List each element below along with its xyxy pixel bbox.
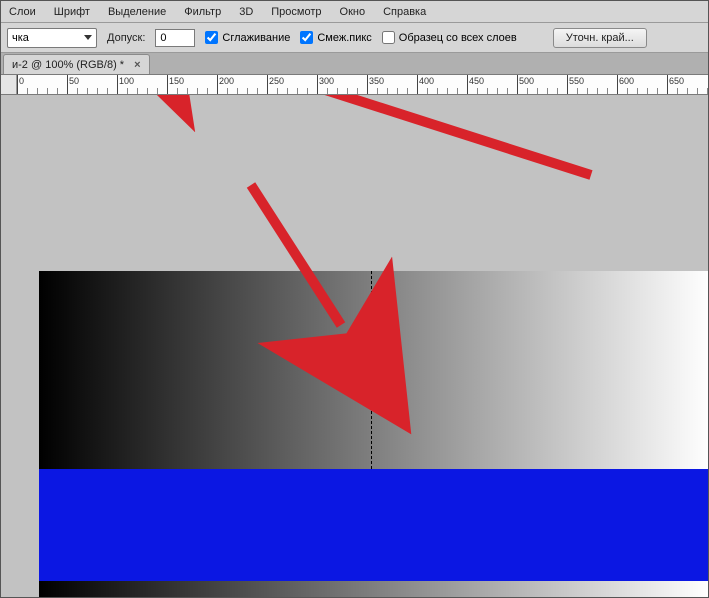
horizontal-ruler: 0 50 100 150 200 250 300 350 400 450 500 550 600 650	[17, 75, 708, 94]
antialias-checkbox-input[interactable]	[205, 31, 218, 44]
close-icon[interactable]: ×	[134, 59, 140, 71]
gradient-layer-bottom	[39, 581, 708, 597]
ruler-tick-label: 450	[469, 76, 484, 86]
selection-marquee	[371, 271, 372, 469]
all-layers-checkbox-input[interactable]	[382, 31, 395, 44]
contiguous-checkbox-input[interactable]	[300, 31, 313, 44]
ruler-tick-label: 650	[669, 76, 684, 86]
menu-type[interactable]: Шрифт	[54, 6, 90, 18]
refine-edge-button[interactable]: Уточн. край...	[553, 28, 647, 48]
ruler-area: 0 50 100 150 200 250 300 350 400 450 500 550 600 650	[1, 75, 708, 95]
ruler-corner	[1, 75, 17, 94]
menu-3d[interactable]: 3D	[239, 6, 253, 18]
ruler-tick-label: 250	[269, 76, 284, 86]
document-tab-strip: и-2 @ 100% (RGB/8) * ×	[1, 53, 708, 75]
ruler-tick-label: 400	[419, 76, 434, 86]
document-tab-title: и-2 @ 100% (RGB/8) *	[12, 59, 124, 71]
ruler-tick-label: 500	[519, 76, 534, 86]
all-layers-checkbox-label: Образец со всех слоев	[399, 32, 517, 44]
ruler-tick-label: 600	[619, 76, 634, 86]
menu-bar: Слои Шрифт Выделение Фильтр 3D Просмотр …	[1, 1, 708, 23]
tolerance-input[interactable]	[155, 29, 195, 47]
ruler-tick-label: 0	[19, 76, 24, 86]
menu-view[interactable]: Просмотр	[271, 6, 321, 18]
menu-filter[interactable]: Фильтр	[184, 6, 221, 18]
tolerance-label: Допуск:	[107, 32, 145, 44]
antialias-checkbox-label: Сглаживание	[222, 32, 290, 44]
tool-preset-label: чка	[12, 32, 29, 44]
options-bar: чка Допуск: Сглаживание Смеж.пикс Образе…	[1, 23, 708, 53]
ruler-tick-label: 550	[569, 76, 584, 86]
ruler-tick-label: 50	[69, 76, 79, 86]
ruler-tick-label: 350	[369, 76, 384, 86]
contiguous-checkbox[interactable]: Смеж.пикс	[300, 31, 371, 44]
antialias-checkbox[interactable]: Сглаживание	[205, 31, 290, 44]
ruler-tick-label: 200	[219, 76, 234, 86]
menu-select[interactable]: Выделение	[108, 6, 166, 18]
menu-help[interactable]: Справка	[383, 6, 426, 18]
all-layers-checkbox[interactable]: Образец со всех слоев	[382, 31, 517, 44]
menu-window[interactable]: Окно	[340, 6, 366, 18]
gradient-layer-top	[39, 271, 708, 469]
ruler-tick-label: 150	[169, 76, 184, 86]
blue-layer	[39, 469, 708, 581]
arrow-to-tolerance	[191, 95, 591, 175]
ruler-tick-label: 100	[119, 76, 134, 86]
menu-layers[interactable]: Слои	[9, 6, 36, 18]
ruler-tick-label: 300	[319, 76, 334, 86]
document-canvas[interactable]	[39, 271, 708, 597]
chevron-down-icon	[84, 35, 92, 40]
canvas-viewport[interactable]	[1, 95, 708, 597]
tool-preset-dropdown[interactable]: чка	[7, 28, 97, 48]
contiguous-checkbox-label: Смеж.пикс	[317, 32, 371, 44]
document-tab[interactable]: и-2 @ 100% (RGB/8) * ×	[3, 54, 150, 74]
